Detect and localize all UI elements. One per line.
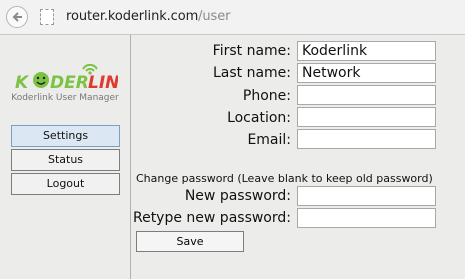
location-label: Location: [227,110,291,126]
settings-button[interactable]: Settings [11,125,120,147]
phone-field[interactable] [297,85,436,105]
retype-password-field[interactable] [297,208,436,228]
first-name-field[interactable] [297,41,436,61]
last-name-field[interactable] [297,63,436,83]
sidebar: K DER LINK Koderlink User Manager Settin… [0,35,134,279]
email-label: Email: [247,132,291,148]
logout-button[interactable]: Logout [11,173,120,195]
address-bar[interactable]: router.koderlink.com/user [66,9,230,24]
first-name-label: First name: [212,43,291,59]
password-note: Change password (Leave blank to keep old… [136,172,433,185]
user-settings-form: First name: Last name: Phone: Location: … [131,35,465,279]
koderlink-logo: K DER LINK [14,60,134,93]
browser-toolbar: router.koderlink.com/user [0,0,465,35]
status-button[interactable]: Status [11,149,120,171]
phone-label: Phone: [242,88,291,104]
app-subtitle: Koderlink User Manager [11,93,119,103]
svg-text:DER: DER [50,73,89,92]
svg-text:LINK: LINK [88,73,118,92]
new-password-label: New password: [184,188,291,204]
back-button[interactable] [6,6,28,28]
last-name-label: Last name: [212,65,291,81]
url-path: /user [198,9,231,24]
email-field[interactable] [297,129,436,149]
location-field[interactable] [297,107,436,127]
new-password-field[interactable] [297,186,436,206]
save-button[interactable]: Save [136,231,244,252]
svg-text:K: K [15,73,30,92]
page-icon [40,9,54,25]
retype-password-label: Retype new password: [132,210,291,226]
back-arrow-icon [12,12,22,22]
url-host: router.koderlink.com [66,9,199,24]
